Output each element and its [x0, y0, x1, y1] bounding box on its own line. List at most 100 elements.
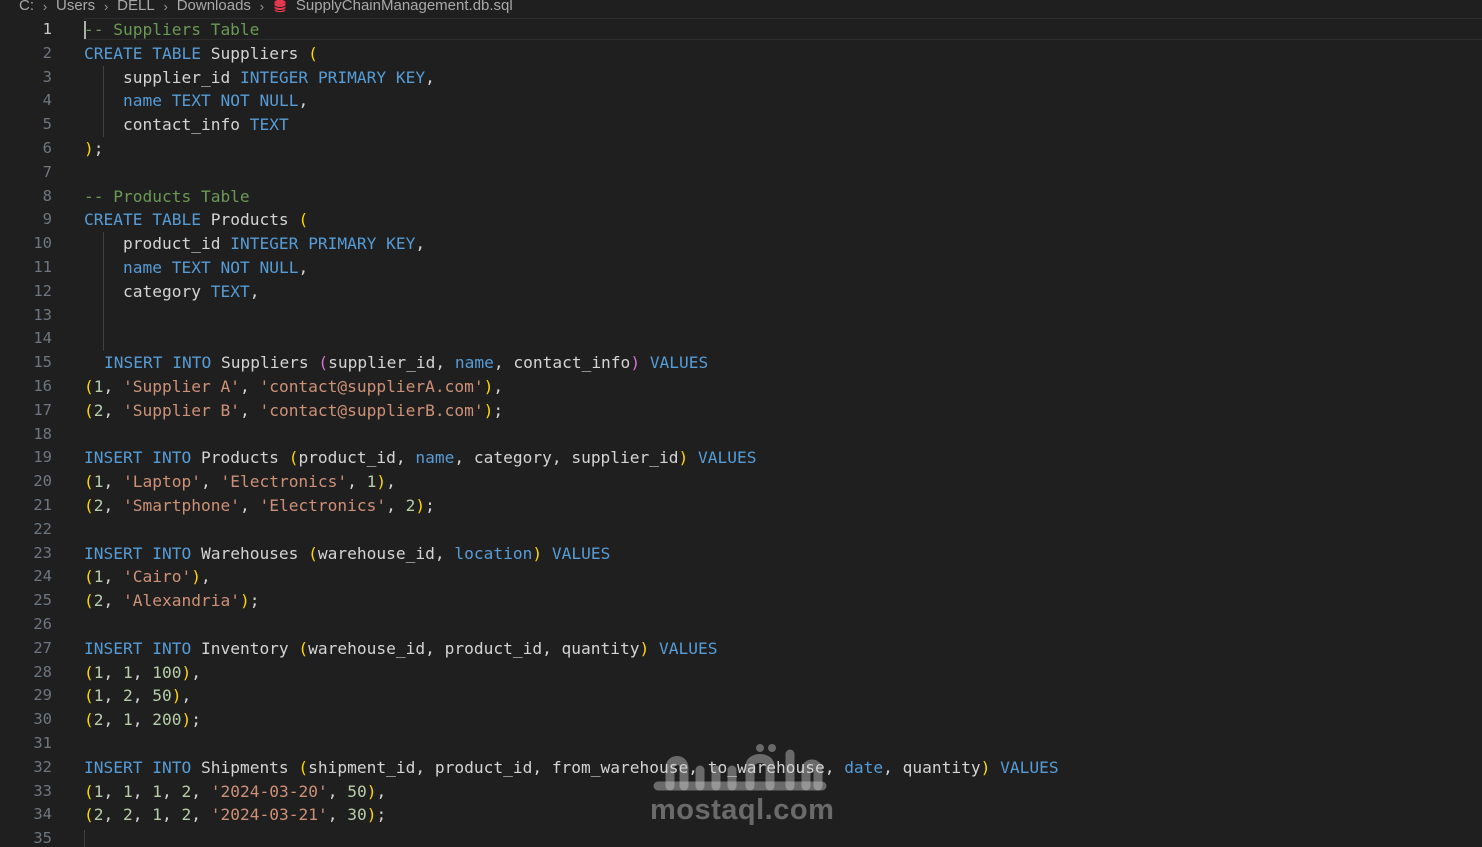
code-token: 1 [93, 781, 104, 801]
code-line[interactable]: INSERT INTO Inventory (warehouse_id, pro… [84, 637, 1474, 661]
code-editor[interactable]: 1 2 3 4 5 6 7 8 9 10 11 12 13 14 15 16 17 18 19 20 21 22 23 24 2… [0, 18, 1482, 847]
code-line[interactable] [84, 827, 1474, 847]
code-line[interactable]: CREATE TABLE Suppliers ( [84, 42, 1474, 66]
code-token: Suppliers [200, 43, 309, 63]
code-token: INTEGER [230, 234, 299, 254]
code-token: supplier_id [123, 67, 240, 87]
code-line[interactable]: (2, 'Supplier B', 'contact@supplierB.com… [84, 399, 1474, 423]
code-token: VALUES [649, 353, 709, 373]
chevron-right-icon: › [42, 0, 48, 14]
breadcrumb-item-users[interactable]: Users [56, 0, 95, 13]
code-line[interactable]: -- Products Table [84, 185, 1474, 209]
breadcrumb-file[interactable]: SupplyChainManagement.db.sql [296, 0, 513, 13]
code-token: 'Electronics' [259, 495, 387, 515]
code-line[interactable]: (1, 2, 50), [84, 684, 1474, 708]
code-line[interactable]: (2, 'Smartphone', 'Electronics', 2); [84, 494, 1474, 518]
code-token: 'Alexandria' [123, 591, 240, 611]
code-line[interactable]: INSERT INTO Suppliers (supplier_id, name… [84, 351, 1474, 375]
code-token: name [123, 91, 162, 111]
code-token: , [103, 400, 123, 420]
line-number: 34 [33, 805, 52, 824]
code-token: INSERT [84, 448, 143, 468]
code-token: 100 [152, 662, 182, 682]
code-line[interactable]: (1, 1, 1, 2, '2024-03-20', 50), [84, 780, 1474, 804]
code-token: contact_info [123, 115, 250, 135]
code-line[interactable] [84, 161, 1474, 185]
code-token: , [103, 781, 123, 801]
code-line[interactable]: INSERT INTO Products (product_id, name, … [84, 446, 1474, 470]
code-line[interactable]: (1, 'Laptop', 'Electronics', 1), [84, 470, 1474, 494]
code-line[interactable] [84, 423, 1474, 447]
code-token: , [132, 686, 153, 706]
code-line[interactable]: (2, 1, 200); [84, 708, 1474, 732]
code-token: , [376, 781, 387, 801]
line-number: 11 [33, 257, 52, 276]
code-token: warehouse_id, product_id, quantity [308, 638, 640, 658]
code-token: TABLE [152, 210, 201, 230]
code-token: INSERT [84, 638, 143, 658]
code-token: 2 [181, 805, 192, 825]
code-line[interactable] [84, 732, 1474, 756]
code-line[interactable]: product_id INTEGER PRIMARY KEY, [84, 232, 1474, 256]
code-token: , [103, 495, 123, 515]
code-line[interactable]: (2, 2, 1, 2, '2024-03-21', 30); [84, 803, 1474, 827]
code-token: warehouse_id, [317, 543, 455, 563]
code-token: , [386, 495, 406, 515]
code-line[interactable]: CREATE TABLE Products ( [84, 208, 1474, 232]
line-number: 16 [33, 376, 52, 395]
code-line[interactable]: -- Suppliers Table [84, 18, 1474, 42]
code-line[interactable]: (2, 'Alexandria'); [84, 589, 1474, 613]
code-line[interactable] [84, 303, 1474, 328]
code-line[interactable]: contact_info TEXT [84, 113, 1474, 137]
breadcrumb-item-drive[interactable]: C: [19, 0, 34, 13]
line-number: 1 [42, 20, 52, 38]
code-line[interactable]: category TEXT, [84, 279, 1474, 304]
line-number: 32 [33, 757, 52, 776]
code-token: 1 [93, 472, 104, 492]
code-token: ( [84, 376, 94, 396]
code-token: , category, supplier_id [454, 448, 679, 468]
code-line[interactable]: (1, 'Supplier A', 'contact@supplierA.com… [84, 375, 1474, 399]
code-line[interactable] [84, 327, 1474, 351]
code-token: -- Suppliers Table [84, 20, 260, 39]
code-area[interactable]: -- Suppliers Table CREATE TABLE Suppliers… [84, 18, 1474, 847]
code-token: NULL [259, 91, 299, 111]
code-token: ) [239, 591, 250, 611]
code-token: product_id, [298, 448, 416, 468]
code-token: , [239, 495, 260, 515]
code-token: 1 [123, 710, 133, 730]
breadcrumb-item-downloads[interactable]: Downloads [177, 0, 251, 13]
code-token: 1 [123, 662, 133, 682]
code-token: , [103, 686, 123, 706]
code-token: 'Supplier A' [123, 376, 240, 396]
line-number: 14 [33, 329, 52, 348]
code-token: ) [630, 353, 641, 373]
code-line[interactable]: ); [84, 137, 1474, 161]
code-line[interactable] [84, 518, 1474, 542]
code-line[interactable] [84, 613, 1474, 637]
code-line[interactable]: (1, 'Cairo'), [84, 565, 1474, 589]
code-line[interactable]: INSERT INTO Warehouses (warehouse_id, lo… [84, 542, 1474, 566]
line-number: 35 [33, 829, 52, 847]
code-token: NOT [220, 257, 250, 277]
code-line[interactable]: name TEXT NOT NULL, [84, 89, 1474, 113]
code-token: 'Electronics' [220, 472, 348, 492]
code-line[interactable]: INSERT INTO Shipments (shipment_id, prod… [84, 756, 1474, 780]
code-line[interactable]: name TEXT NOT NULL, [84, 255, 1474, 280]
code-token: , [200, 472, 221, 492]
code-token: , [132, 781, 153, 801]
code-token: 'Smartphone' [123, 495, 240, 515]
code-token: INSERT [104, 353, 163, 373]
line-number: 9 [42, 210, 52, 229]
code-line[interactable]: supplier_id INTEGER PRIMARY KEY, [84, 65, 1474, 90]
code-token: '2024-03-20' [210, 781, 328, 801]
code-token: location [454, 543, 533, 563]
code-line[interactable]: (1, 1, 100), [84, 661, 1474, 685]
code-token: ) [415, 495, 426, 515]
breadcrumb-item-dell[interactable]: DELL [117, 0, 155, 13]
